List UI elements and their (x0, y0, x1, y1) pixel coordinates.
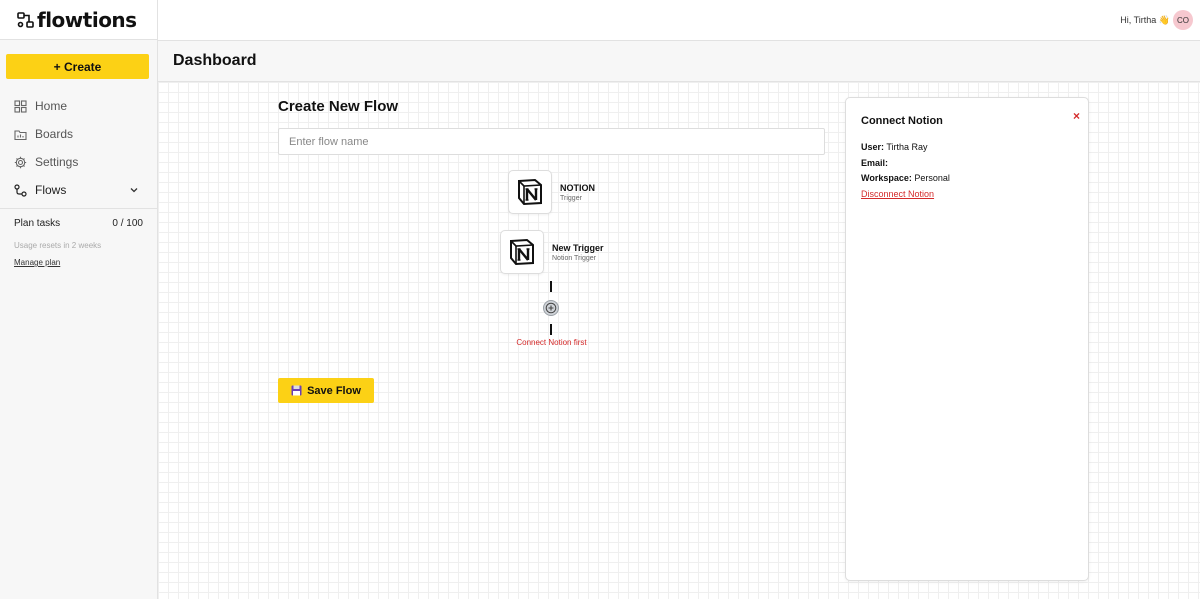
sidebar-item-boards[interactable]: Boards (0, 120, 157, 148)
sidebar-item-label: Home (35, 99, 68, 113)
trigger-node-notion[interactable]: NOTION Trigger (508, 170, 595, 214)
panel-email-row: Email: (861, 156, 950, 172)
top-bar: Hi, Tirtha 👋 CO (158, 0, 1200, 41)
avatar[interactable]: CO (1173, 10, 1193, 30)
sidebar-item-home[interactable]: Home (0, 92, 157, 120)
node-subtitle: Trigger (560, 194, 582, 202)
notion-icon (510, 238, 534, 266)
node-title: NOTION (560, 182, 595, 193)
panel-title: Connect Notion (861, 115, 943, 127)
page-header: Dashboard (158, 41, 1200, 82)
logo[interactable]: flowtions (0, 0, 157, 40)
connector-line (550, 324, 552, 335)
sidebar-item-settings[interactable]: Settings (0, 148, 157, 176)
create-flow-title: Create New Flow (278, 98, 399, 115)
connect-notion-panel: Connect Notion × User: Tirtha Ray Email:… (845, 97, 1089, 581)
boards-icon (14, 129, 27, 140)
floppy-disk-icon (291, 385, 302, 396)
home-icon (14, 99, 27, 113)
disconnect-notion-link[interactable]: Disconnect Notion (861, 189, 934, 199)
close-icon[interactable]: × (1073, 109, 1080, 123)
plan-tasks-label: Plan tasks (14, 218, 61, 229)
plan-tasks-count: 0 / 100 (112, 218, 143, 229)
sidebar-nav: Home Boards Settings Flows (0, 92, 157, 204)
flow-logo-icon (17, 11, 34, 28)
save-flow-button[interactable]: Save Flow (278, 378, 374, 403)
create-button[interactable]: + Create (6, 54, 149, 79)
node-title: New Trigger (552, 242, 604, 253)
panel-workspace-row: Workspace: Personal (861, 171, 950, 187)
node-icon-box (500, 230, 544, 274)
plan-usage: Plan tasks 0 / 100 Usage resets in 2 wee… (0, 208, 157, 279)
flows-icon (14, 183, 27, 197)
notion-icon (518, 178, 542, 206)
user-label: User: (861, 142, 885, 152)
sidebar-item-flows[interactable]: Flows (0, 176, 157, 204)
gear-icon (14, 156, 27, 168)
workspace-value: Personal (914, 173, 950, 183)
usage-reset-note: Usage resets in 2 weeks (14, 241, 102, 250)
panel-user-row: User: Tirtha Ray (861, 140, 950, 156)
node-subtitle: Notion Trigger (552, 254, 596, 262)
chevron-down-icon[interactable] (129, 185, 139, 195)
trigger-node-new-trigger[interactable]: New Trigger Notion Trigger (500, 230, 604, 274)
user-greeting: Hi, Tirtha 👋 (1120, 15, 1170, 25)
connector-line (550, 281, 552, 292)
sidebar-item-label: Settings (35, 155, 79, 169)
page-title: Dashboard (173, 52, 257, 69)
manage-plan-link[interactable]: Manage plan (14, 258, 60, 267)
connect-warning: Connect Notion first (516, 338, 587, 347)
app-name: flowtions (37, 7, 137, 32)
plus-circle-icon (545, 302, 557, 314)
user-value: Tirtha Ray (886, 142, 928, 152)
workspace-label: Workspace: (861, 173, 912, 183)
flow-name-input[interactable] (278, 128, 825, 155)
sidebar-item-label: Boards (35, 127, 74, 141)
sidebar-item-label: Flows (35, 183, 67, 197)
node-icon-box (508, 170, 552, 214)
save-flow-label: Save Flow (307, 384, 361, 397)
add-step-button[interactable] (543, 300, 559, 316)
sidebar: flowtions + Create Home Boards Settings … (0, 0, 158, 599)
email-label: Email: (861, 157, 889, 168)
